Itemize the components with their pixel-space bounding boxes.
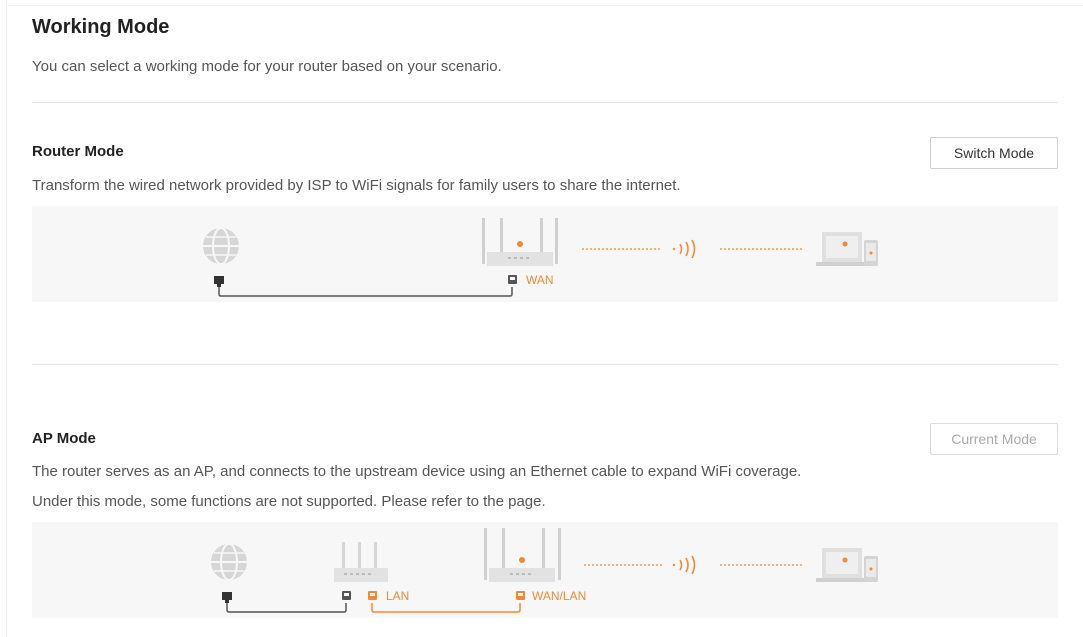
upstream-wan-port-icon bbox=[342, 591, 351, 600]
ap-mode-title: AP Mode bbox=[32, 430, 96, 447]
working-mode-page: Working Mode You can select a working mo… bbox=[0, 0, 1083, 637]
isp-cable-plug-icon bbox=[222, 592, 232, 603]
phone-icon bbox=[864, 556, 878, 582]
lan-port-label: LAN bbox=[386, 589, 409, 603]
lan-cable bbox=[371, 603, 521, 613]
laptop-icon bbox=[816, 548, 868, 582]
router-mode-diagram: WAN bbox=[32, 206, 1058, 302]
panel-left-border bbox=[6, 0, 7, 637]
ap-mode-description-line-1: The router serves as an AP, and connects… bbox=[32, 463, 802, 480]
wan-port-label: WAN bbox=[526, 273, 554, 287]
divider bbox=[32, 102, 1058, 103]
globe-icon bbox=[211, 543, 247, 581]
laptop-icon bbox=[816, 232, 868, 266]
panel-top-border bbox=[6, 5, 1083, 6]
wan-port-icon bbox=[508, 275, 517, 284]
router-icon bbox=[484, 528, 561, 582]
isp-cable-plug-icon bbox=[214, 276, 224, 287]
router-mode-description: Transform the wired network provided by … bbox=[32, 177, 681, 194]
page-description: You can select a working mode for your r… bbox=[32, 58, 502, 75]
ap-mode-description-line-2: Under this mode, some functions are not … bbox=[32, 493, 546, 510]
wan-lan-port-label: WAN/LAN bbox=[532, 589, 586, 603]
divider bbox=[32, 364, 1058, 365]
wifi-signal-icon bbox=[672, 239, 696, 259]
wifi-signal-icon bbox=[672, 555, 696, 575]
ethernet-cable bbox=[218, 287, 513, 297]
router-mode-title: Router Mode bbox=[32, 143, 124, 160]
upstream-router-icon bbox=[334, 542, 388, 582]
wan-lan-port-icon bbox=[516, 591, 525, 600]
globe-icon bbox=[203, 227, 239, 265]
ap-mode-diagram: LAN WAN/LAN bbox=[32, 522, 1058, 618]
current-mode-button[interactable]: Current Mode bbox=[930, 423, 1058, 455]
switch-mode-button[interactable]: Switch Mode bbox=[930, 137, 1058, 169]
page-title: Working Mode bbox=[32, 16, 170, 38]
upstream-lan-port-icon bbox=[368, 591, 377, 600]
ethernet-cable bbox=[226, 603, 347, 613]
router-icon bbox=[482, 218, 558, 266]
phone-icon bbox=[864, 240, 878, 266]
